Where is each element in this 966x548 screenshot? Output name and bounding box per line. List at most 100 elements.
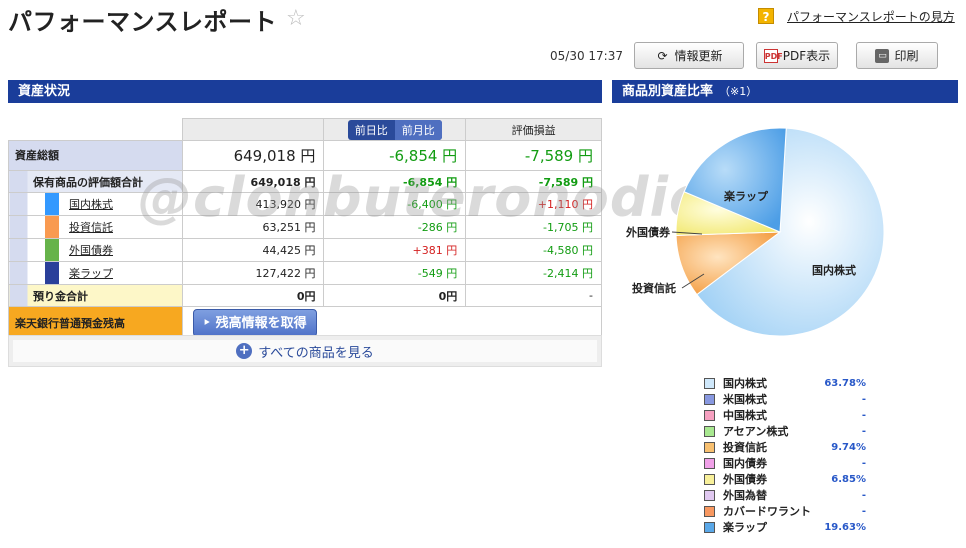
holdings-eval: -7,589 円 <box>465 170 602 193</box>
holding-value: 63,251 円 <box>181 215 325 239</box>
legend-item: 中国株式 - <box>704 407 866 423</box>
legend-pct: - <box>861 457 866 469</box>
print-button[interactable]: ▭ 印刷 <box>856 42 938 69</box>
help-link[interactable]: パフォーマンスレポートの見方 <box>787 8 955 25</box>
total-assets-value: 649,018 円 <box>181 140 325 171</box>
legend-name: 投資信託 <box>723 441 767 454</box>
total-assets-label: 資産総額 <box>8 140 183 171</box>
pie-label-fund: 投資信託 <box>632 282 676 295</box>
deposit-eval: - <box>465 284 602 307</box>
holding-row: 投資信託 63,251 円 -286 円 -1,705 円 <box>8 215 602 239</box>
legend-name: 外国為替 <box>723 489 767 502</box>
legend-item: 米国株式 - <box>704 391 866 407</box>
bank-balance-label: 楽天銀行普通預金残高 <box>8 306 183 339</box>
legend-swatch <box>704 457 715 469</box>
legend-swatch <box>704 521 715 533</box>
holdings-table: 保有商品の評価額合計 649,018 円 -6,854 円 -7,589 円 国… <box>8 170 603 339</box>
holding-value: 127,422 円 <box>181 261 325 285</box>
legend-swatch <box>704 393 715 405</box>
legend-item: 国内株式 63.78% <box>704 375 866 391</box>
pdf-button[interactable]: PDF PDF表示 <box>756 42 838 69</box>
holding-category-link[interactable]: 外国債券 <box>69 242 113 258</box>
legend-swatch <box>704 409 715 421</box>
get-balance-label: 残高情報を取得 <box>215 315 307 331</box>
legend-item: カバードワラント - <box>704 503 866 519</box>
deposit-value: 0円 <box>181 284 325 307</box>
refresh-icon: ⟳ <box>657 48 668 63</box>
see-all-products-button[interactable]: + すべての商品を見る <box>13 340 597 362</box>
legend-item: 外国為替 - <box>704 487 866 503</box>
page-title: パフォーマンスレポート <box>8 8 278 36</box>
header-value <box>181 118 325 141</box>
legend-pct: - <box>861 393 866 405</box>
legend-item: 外国債券 6.85% <box>704 471 866 487</box>
legend-pct: - <box>861 409 866 421</box>
plus-icon: + <box>236 343 253 359</box>
header-eval: 評価損益 <box>465 118 602 141</box>
assets-section-header: 資産状況 <box>8 80 602 103</box>
help-icon[interactable]: ? <box>758 8 774 24</box>
legend-item: アセアン株式 - <box>704 423 866 439</box>
asset-ratio-pie-chart: 楽ラップ 外国債券 投資信託 国内株式 <box>610 110 960 350</box>
holding-eval: +1,110 円 <box>465 192 602 216</box>
legend-pct: - <box>861 505 866 517</box>
legend-pct: 6.85% <box>831 473 866 485</box>
deposit-label: 預り金合計 <box>8 284 183 307</box>
see-all-products-bar: + すべての商品を見る <box>8 335 602 367</box>
holding-category-link[interactable]: 楽ラップ <box>69 265 113 281</box>
legend-name: 中国株式 <box>723 409 767 422</box>
holding-category-cell: 投資信託 <box>8 215 183 239</box>
holding-category-link[interactable]: 投資信託 <box>69 219 113 235</box>
holdings-label: 保有商品の評価額合計 <box>8 170 183 193</box>
holding-category-link[interactable]: 国内株式 <box>69 196 113 212</box>
print-label: 印刷 <box>894 49 919 63</box>
pdf-label: PDF表示 <box>782 49 831 63</box>
holdings-value: 649,018 円 <box>181 170 325 193</box>
category-color-swatch <box>45 193 59 215</box>
category-color-swatch <box>45 239 59 261</box>
favorite-star-icon[interactable]: ☆ <box>286 6 306 31</box>
holding-category-cell: 国内株式 <box>8 192 183 216</box>
category-color-swatch <box>45 216 59 238</box>
holding-eval: -4,580 円 <box>465 238 602 262</box>
header-change: 前日比 前月比 <box>323 118 467 141</box>
holding-category-cell: 楽ラップ <box>8 261 183 285</box>
holding-value: 413,920 円 <box>181 192 325 216</box>
legend-name: アセアン株式 <box>723 425 789 438</box>
update-datetime: 05/30 17:37 <box>550 49 623 63</box>
legend-name: 外国債券 <box>723 473 767 486</box>
category-color-swatch <box>45 262 59 284</box>
holding-row: 国内株式 413,920 円 -6,400 円 +1,110 円 <box>8 192 602 216</box>
total-assets-change: -6,854 円 <box>323 140 467 171</box>
legend-name: 国内株式 <box>723 377 767 390</box>
see-all-products-label: すべての商品を見る <box>258 345 374 361</box>
legend-pct: 9.74% <box>831 441 866 453</box>
holding-category-cell: 外国債券 <box>8 238 183 262</box>
legend-item: 投資信託 9.74% <box>704 439 866 455</box>
refresh-button[interactable]: ⟳ 情報更新 <box>634 42 744 69</box>
legend-pct: 19.63% <box>824 521 866 533</box>
legend-item: 楽ラップ 19.63% <box>704 519 866 535</box>
legend-swatch <box>704 441 715 453</box>
change-tabs: 前日比 前月比 <box>347 119 442 140</box>
tab-prev-day[interactable]: 前日比 <box>348 120 395 140</box>
printer-icon: ▭ <box>875 48 890 63</box>
deposit-change: 0円 <box>323 284 467 307</box>
get-balance-button[interactable]: ‣ 残高情報を取得 <box>192 308 317 337</box>
ratio-section-note: （※1） <box>719 85 758 98</box>
legend-pct: - <box>861 489 866 501</box>
pie-label-rakuwrap: 楽ラップ <box>724 190 768 203</box>
holding-row: 外国債券 44,425 円 +381 円 -4,580 円 <box>8 238 602 262</box>
holding-change: -6,400 円 <box>323 192 467 216</box>
total-assets-eval: -7,589 円 <box>465 140 602 171</box>
tab-prev-month[interactable]: 前月比 <box>394 119 442 140</box>
legend-swatch <box>704 425 715 437</box>
pie-label-foreign-bond: 外国債券 <box>626 226 670 239</box>
ratio-section-header: 商品別資産比率 （※1） <box>612 80 958 103</box>
legend-swatch <box>704 473 715 485</box>
assets-section-title: 資産状況 <box>18 84 71 99</box>
refresh-label: 情報更新 <box>674 49 723 63</box>
legend-name: 米国株式 <box>723 393 767 406</box>
header-blank <box>8 118 183 141</box>
legend-swatch <box>704 505 715 517</box>
